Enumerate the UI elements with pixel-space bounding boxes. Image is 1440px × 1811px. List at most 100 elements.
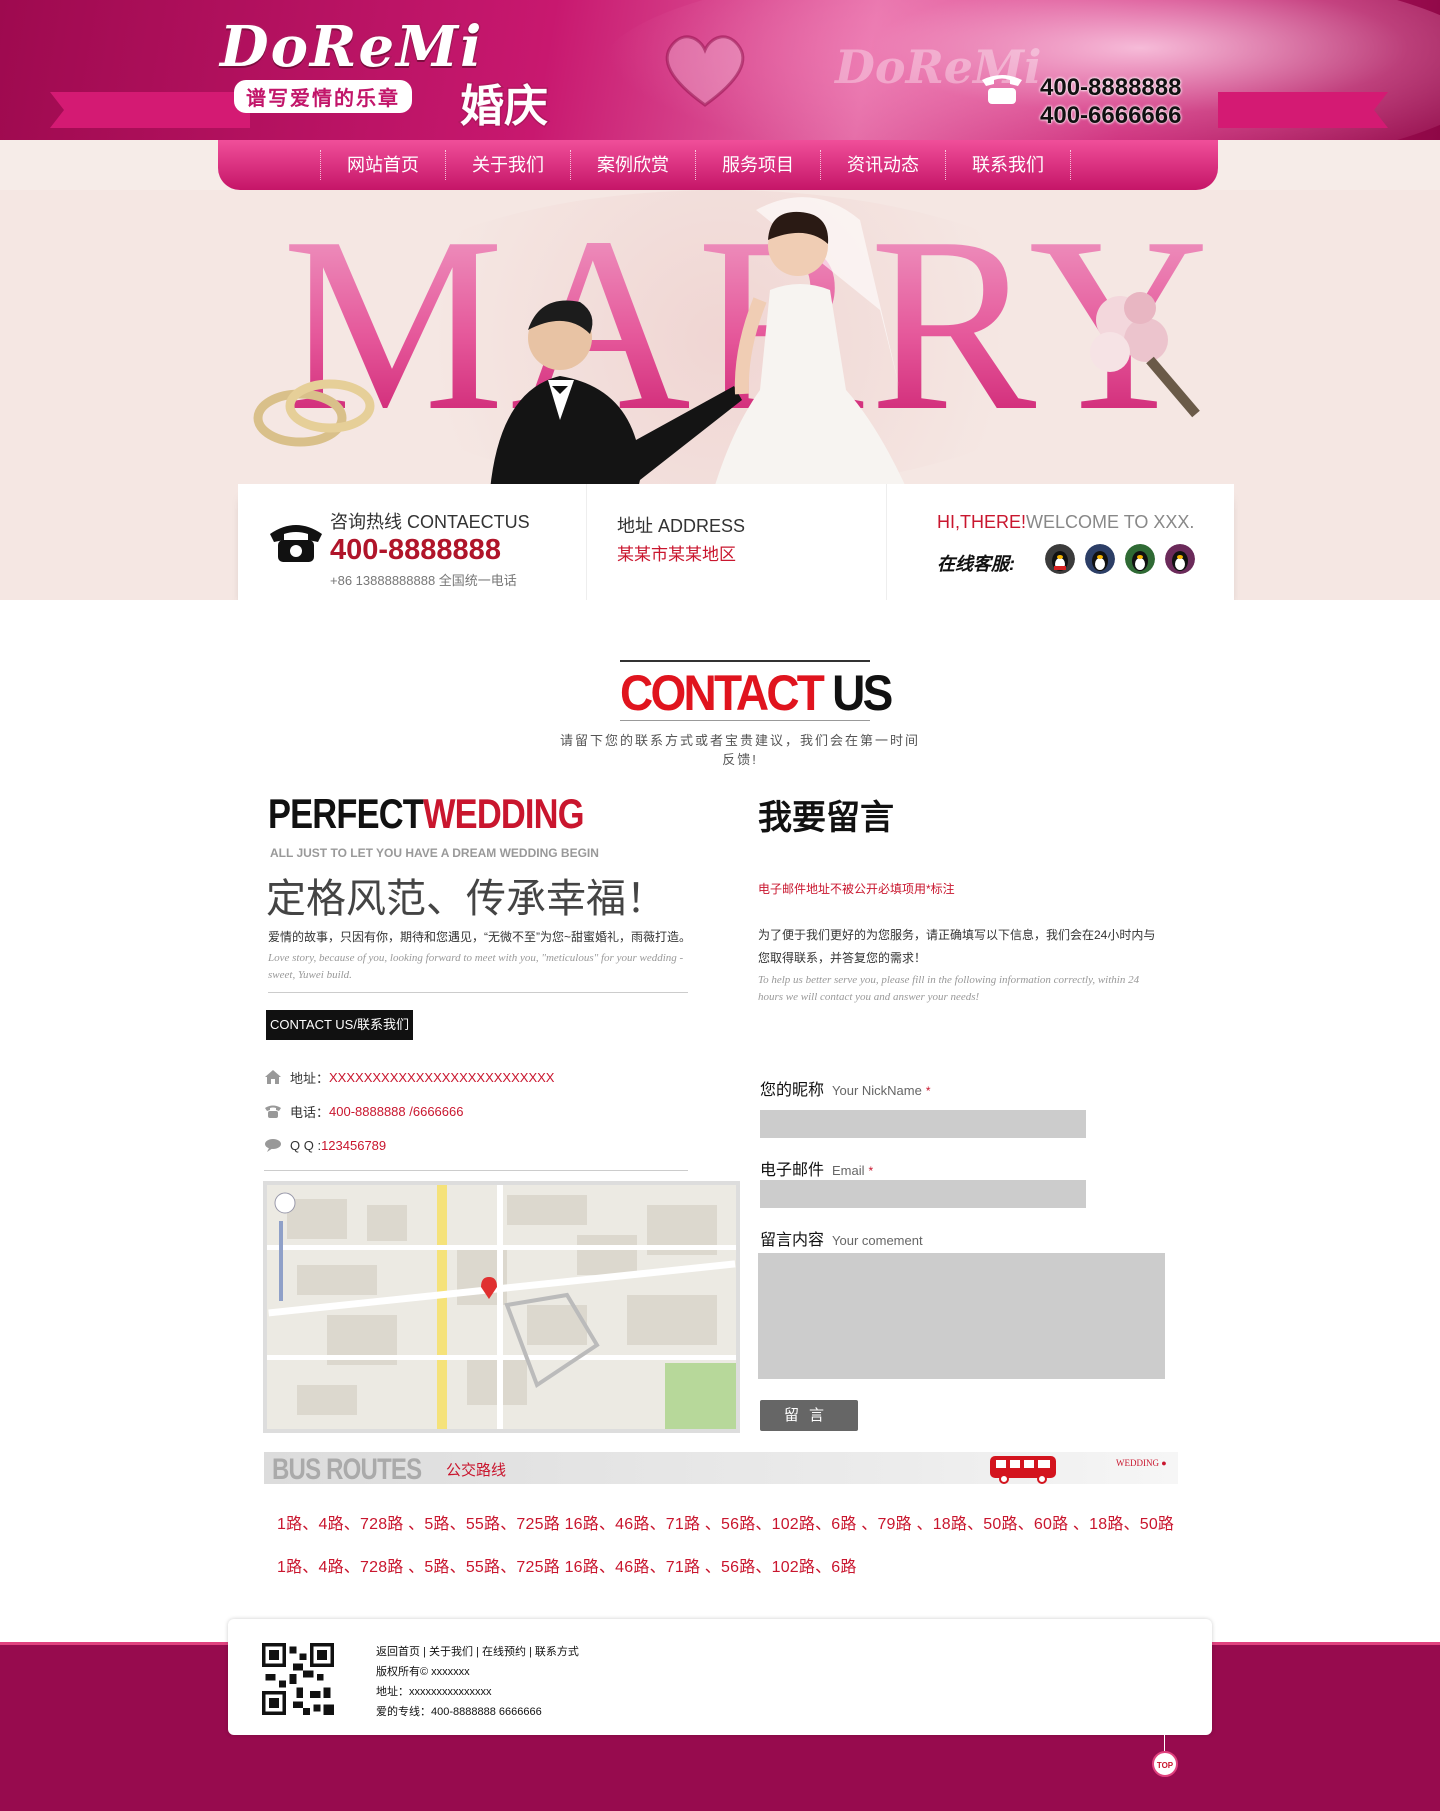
phone-label: 电话： [290,1104,330,1120]
telephone-icon [982,75,1022,104]
nickname-input[interactable] [760,1110,1086,1138]
main-nav: 网站首页 关于我们 案例欣赏 服务项目 资讯动态 联系我们 [218,140,1218,190]
nav-item-services[interactable]: 服务项目 [695,150,820,180]
bus-wedding-tag-text: WEDDING [1116,1458,1159,1468]
submit-message-button[interactable]: 留言 [760,1400,858,1431]
wedding-rings-icon [253,379,375,447]
contact-us-heading: CONTACT US [620,664,893,722]
footer-links[interactable]: 返回首页 | 关于我们 | 在线预约 | 联系方式 [376,1643,579,1659]
nav-list: 网站首页 关于我们 案例欣赏 服务项目 资讯动态 联系我们 [320,140,1071,190]
bus-routes-line-1: 1路、4路、728路 、5路、55路、725路 16路、46路、71路 、56路… [277,1516,1175,1533]
address-label: 地址： [290,1070,330,1086]
bus-icon [990,1456,1056,1484]
online-service-label: 在线客服: [937,554,1015,574]
address-value: XXXXXXXXXXXXXXXXXXXXXXXXXX [329,1069,555,1085]
qq-penguin-icon[interactable] [1165,544,1195,574]
logo[interactable]: DoReMi 谱写爱情的乐章 婚庆 [218,13,560,133]
footer-copyright: 版权所有© xxxxxxx [376,1666,470,1678]
divider [268,992,688,993]
nickname-label-en: Your NickName [832,1083,922,1098]
logo-cn: 婚庆 [459,81,550,133]
address-label: 地址 ADDRESS [617,516,746,536]
hotline-sub: +86 13888888888 全国统一电话 [330,573,517,588]
hotline-label: 咨询热线 CONTAECTUS [330,512,530,532]
address-section: 地址 ADDRESS 某某市某某地区 [586,484,886,602]
hotline-number: 400-8888888 [330,534,501,566]
chat-bubble-icon [265,1139,281,1152]
contact-us-badge: CONTACT US/联系我们 [266,1010,413,1040]
email-label: 电子邮件 Email * [760,1156,873,1180]
online-service-section: HI,THERE!WELCOME TO XXX. 在线客服: [886,484,1234,602]
address-row: 地址： XXXXXXXXXXXXXXXXXXXXXXXXXX [264,1066,554,1088]
required-mark: * [868,1164,874,1178]
bus-routes-line-2: 1路、4路、728路 、5路、55路、725路 16路、46路、71路 、56路… [277,1559,857,1576]
telephone-icon [270,525,322,562]
welcome-rest: WELCOME TO XXX. [1026,512,1195,532]
qq-penguin-icon[interactable] [1085,544,1115,574]
required-note: 电子邮件地址不被公开必填项用*标注 [758,882,955,896]
welcome-hi: HI,THERE! [937,512,1027,532]
heading-red: CONTACT [620,665,825,721]
slogan: 定格风范、传承幸福！ [266,877,666,921]
qq-row: Q Q :123456789 [264,1134,386,1156]
form-desc-en: To help us better serve you, please fill… [758,974,1140,1003]
bus-routes-title-cn: 公交路线 [446,1462,507,1479]
qq-label: Q Q : [290,1137,322,1153]
bouquet-icon [1090,292,1200,418]
comment-label-cn: 留言内容 [760,1232,825,1249]
nav-item-home[interactable]: 网站首页 [320,150,445,180]
heart-icon [665,35,745,107]
comment-textarea[interactable] [758,1253,1165,1379]
contact-subtitle: 请留下您的联系方式或者宝贵建议，我们会在第一时间反馈! [560,733,921,767]
comment-label-en: Your comement [832,1233,923,1248]
comment-label: 留言内容 Your comement [760,1226,923,1250]
leave-message-title: 我要留言 [758,799,894,837]
required-mark: * [925,1084,931,1098]
bus-wedding-tag: WEDDING ● [1116,1458,1167,1468]
email-input[interactable] [760,1180,1086,1208]
nav-item-cases[interactable]: 案例欣赏 [570,150,695,180]
form-desc-cn: 为了便于我们更好的为您服务，请正确填写以下信息，我们会在24小时内与您取得联系，… [758,928,1156,965]
header-phone-1: 400-8888888 [1040,74,1182,101]
bus-routes-title-en: BUS ROUTES [272,1453,422,1486]
pw-red: WEDDING [422,790,585,837]
intro-en: Love story, because of you, looking forw… [268,952,684,981]
bus-routes-bar: BUS ROUTES 公交路线 WEDDING ● [264,1452,1178,1486]
contact-info-bar: 咨询热线 CONTAECTUS 400-8888888 +86 13888888… [238,484,1234,602]
phone-value: 400-8888888 /6666666 [329,1103,464,1119]
nickname-label-cn: 您的昵称 [760,1082,825,1099]
footer: 返回首页 | 关于我们 | 在线预约 | 联系方式 版权所有© xxxxxxx … [228,1619,1212,1735]
top-button-stem [1164,1735,1165,1751]
footer-hotline: 爱的专线：400-8888888 6666666 [376,1706,542,1718]
qq-penguin-icon[interactable] [1125,544,1155,574]
hotline-section: 咨询热线 CONTAECTUS 400-8888888 +86 13888888… [238,484,586,602]
nav-item-news[interactable]: 资讯动态 [820,150,945,180]
map-image [267,1185,736,1429]
pw-subtitle: ALL JUST TO LET YOU HAVE A DREAM WEDDING… [270,846,599,860]
qq-value: 123456789 [321,1137,387,1153]
divider [264,1170,688,1171]
email-label-cn: 电子邮件 [760,1162,825,1179]
nickname-label: 您的昵称 Your NickName * [760,1076,931,1100]
header-phone-2: 400-6666666 [1040,102,1182,129]
logo-slogan: 谱写爱情的乐章 [234,80,412,113]
ribbon-right [1218,92,1388,128]
perfect-wedding-title: PERFECTWEDDING [268,790,585,838]
footer-address: 地址：xxxxxxxxxxxxxxx [376,1686,492,1698]
telephone-icon [265,1105,281,1118]
intro-cn: 爱情的故事，只因有你，期待和您遇见，“无微不至”为您~甜蜜婚礼，雨薇打造。 [268,930,692,944]
welcome-text: HI,THERE!WELCOME TO XXX. [937,512,1194,533]
back-to-top-button[interactable]: TOP [1152,1751,1178,1777]
phone-row: 电话： 400-8888888 /6666666 [264,1100,463,1122]
heading-rule-bottom [620,720,870,721]
location-map[interactable] [263,1181,740,1433]
heading-black: US [832,665,893,721]
nav-item-contact[interactable]: 联系我们 [945,150,1071,180]
logo-text: DoReMi [218,13,484,82]
home-icon [265,1070,281,1084]
qq-penguin-icon[interactable] [1045,544,1075,574]
nav-item-about[interactable]: 关于我们 [445,150,570,180]
qr-code-icon [262,1643,334,1715]
address-value: 某某市某某地区 [617,545,736,564]
pw-black: PERFECT [268,790,424,837]
